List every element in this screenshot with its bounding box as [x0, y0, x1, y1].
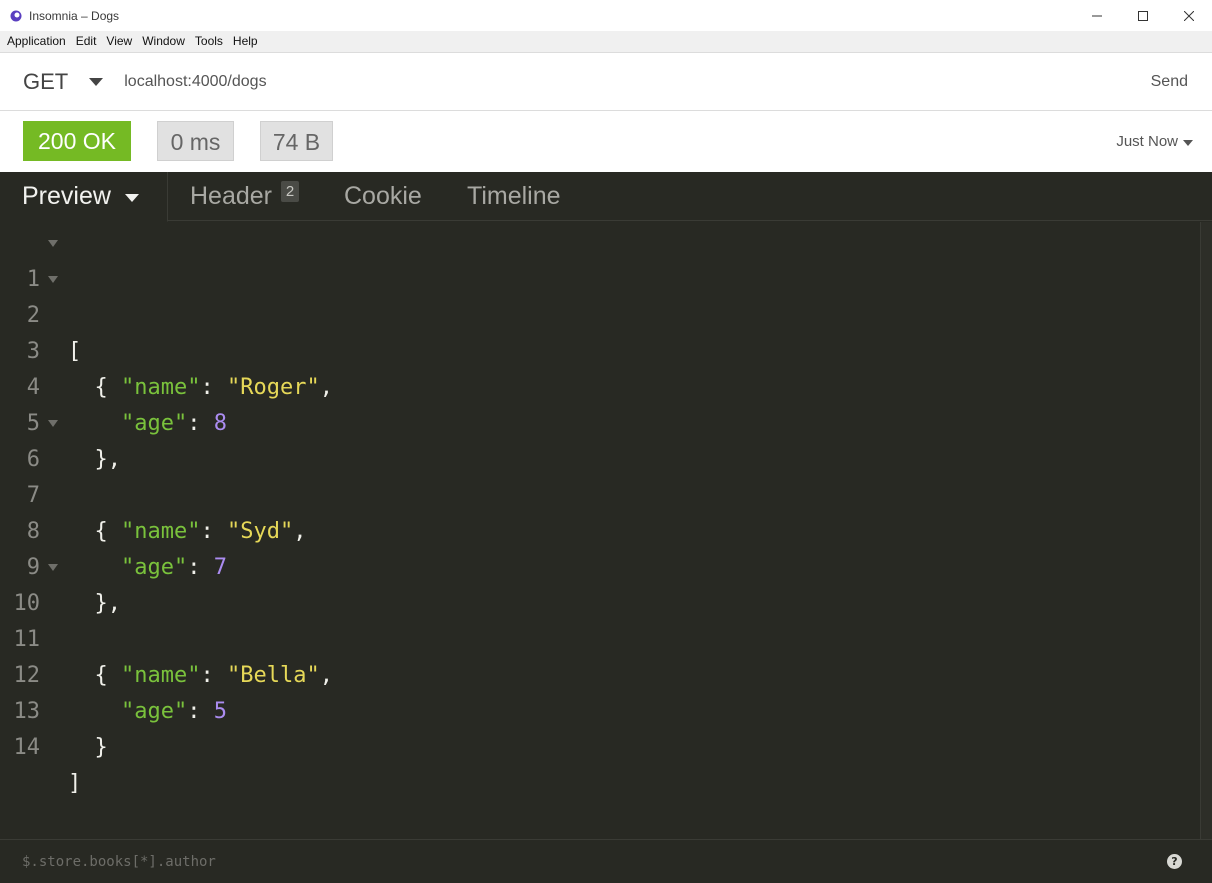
menu-window[interactable]: Window: [137, 31, 190, 52]
response-filter-bar: ?: [0, 839, 1212, 883]
line-number: 14: [13, 735, 41, 760]
code-line: 10 {: [0, 550, 1200, 688]
code-line: 6 {: [0, 406, 1200, 544]
response-size-badge: 74 B: [260, 121, 333, 161]
response-body-editor[interactable]: 1 [ 2 { 3 "name": "Roger", 4 "age": 8 5 …: [0, 222, 1200, 839]
window-title: Insomnia – Dogs: [29, 8, 120, 23]
tab-preview[interactable]: Preview: [0, 172, 168, 222]
menu-edit[interactable]: Edit: [71, 31, 102, 52]
code-line: 8 "age": 7: [0, 478, 1200, 580]
menu-bar: Application Edit View Window Tools Help: [0, 31, 1212, 52]
method-caret-icon[interactable]: [89, 77, 104, 86]
menu-application[interactable]: Application: [2, 31, 71, 52]
header-count-badge: 2: [281, 181, 299, 202]
code-line: 4 "age": 8: [0, 334, 1200, 436]
insomnia-logo-icon: [10, 10, 22, 21]
code-line: 5 },: [0, 370, 1200, 472]
response-status-bar: 200 OK 0 ms 74 B Just Now: [0, 111, 1212, 172]
code-line: 13 }: [0, 658, 1200, 760]
tab-header[interactable]: Header 2: [190, 172, 299, 221]
preview-caret-icon[interactable]: [125, 194, 139, 202]
tab-header-label: Header: [190, 182, 272, 210]
code-line: 7 "name": "Syd",: [0, 442, 1200, 544]
maximize-icon: [1138, 10, 1148, 21]
response-time-badge: 0 ms: [157, 121, 234, 161]
menu-help[interactable]: Help: [228, 31, 263, 52]
tab-timeline[interactable]: Timeline: [467, 172, 561, 221]
tab-cookie[interactable]: Cookie: [344, 172, 422, 221]
code-line: 3 "name": "Roger",: [0, 298, 1200, 400]
url-input[interactable]: localhost:4000/dogs: [124, 73, 266, 91]
send-button[interactable]: Send: [1151, 73, 1188, 91]
status-badge: 200 OK: [23, 121, 131, 161]
code-line: 1 [: [0, 226, 1200, 364]
close-button[interactable]: [1166, 0, 1212, 31]
fold-toggle-icon[interactable]: [48, 276, 58, 283]
response-panel: Preview Header 2 Cookie Timeline 1 [ 2 {…: [0, 172, 1212, 883]
editor-scrollbar[interactable]: [1200, 222, 1212, 839]
window-titlebar: Insomnia – Dogs: [0, 0, 1212, 31]
menu-tools[interactable]: Tools: [190, 31, 228, 52]
code-line: 12 "age": 5: [0, 622, 1200, 724]
code-text: ]: [68, 771, 82, 796]
close-icon: [1184, 10, 1194, 21]
code-line: 9 },: [0, 514, 1200, 616]
fold-toggle-icon[interactable]: [48, 564, 58, 571]
menu-view[interactable]: View: [101, 31, 137, 52]
minimize-icon: [1092, 15, 1102, 16]
code-line: 14 ]: [0, 694, 1200, 796]
method-dropdown[interactable]: GET: [23, 69, 68, 95]
code-line: 11 "name": "Bella",: [0, 586, 1200, 688]
response-tabs: Preview Header 2 Cookie Timeline: [0, 172, 1212, 222]
code-line: 2 {: [0, 262, 1200, 400]
request-url-bar: GET localhost:4000/dogs Send: [0, 52, 1212, 111]
response-history-dropdown[interactable]: Just Now: [1116, 133, 1178, 150]
help-icon[interactable]: ?: [1167, 854, 1182, 869]
minimize-button[interactable]: [1074, 0, 1120, 31]
fold-toggle-icon[interactable]: [48, 240, 58, 247]
response-filter-input[interactable]: [22, 851, 922, 873]
history-caret-icon[interactable]: [1183, 140, 1193, 146]
tab-preview-label: Preview: [22, 182, 111, 210]
maximize-button[interactable]: [1120, 0, 1166, 31]
fold-toggle-icon[interactable]: [48, 420, 58, 427]
window-controls: [1074, 0, 1212, 31]
